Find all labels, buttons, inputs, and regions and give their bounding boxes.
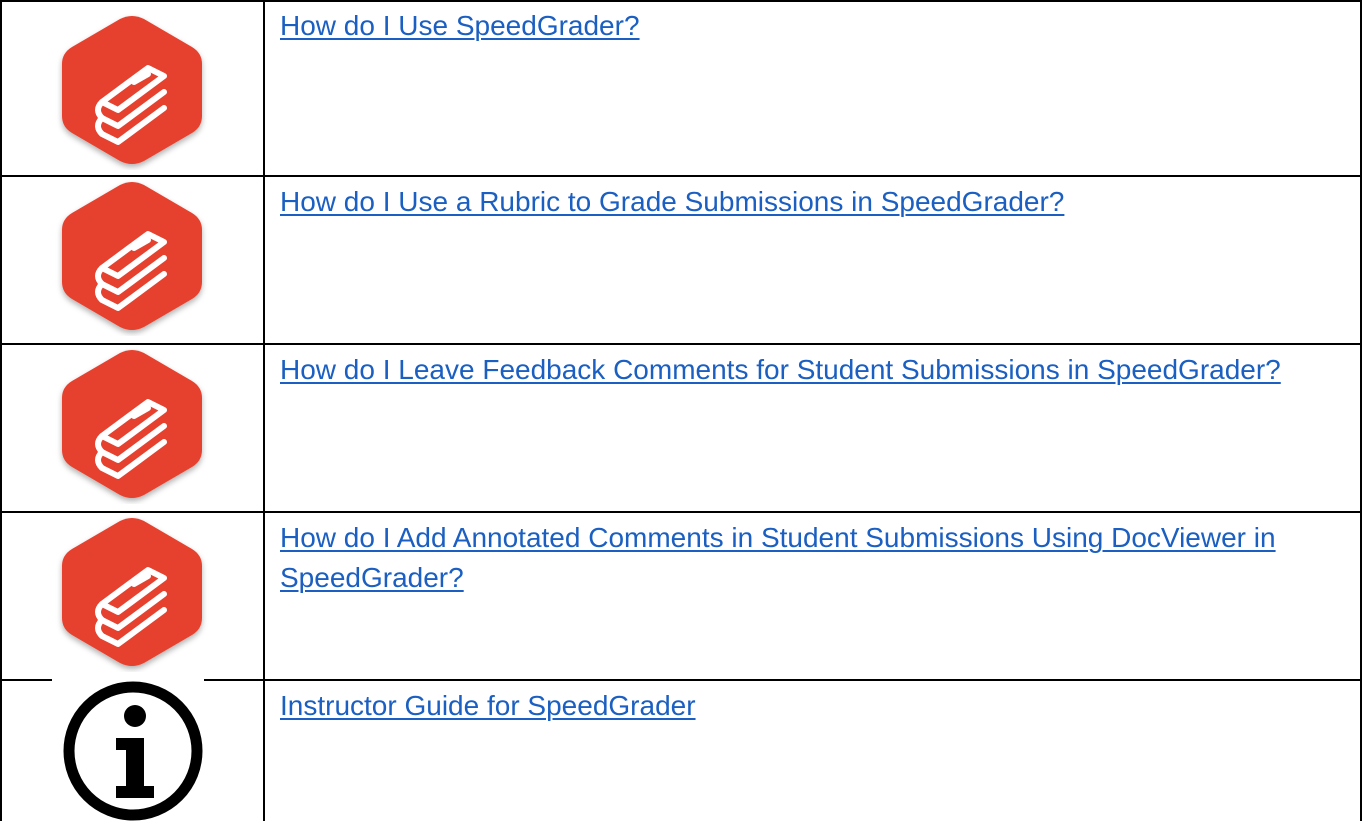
column-divider xyxy=(263,0,265,821)
link-cell: Instructor Guide for SpeedGrader xyxy=(264,680,1362,821)
table-border xyxy=(0,0,2,821)
book-stack-icon xyxy=(52,10,212,170)
link-instructor-guide[interactable]: Instructor Guide for SpeedGrader xyxy=(280,686,1320,726)
book-stack-icon xyxy=(52,176,212,336)
icon-cell xyxy=(0,0,264,176)
link-cell: How do I Leave Feedback Comments for Stu… xyxy=(264,344,1362,512)
row-divider xyxy=(204,679,1362,681)
link-use-speedgrader[interactable]: How do I Use SpeedGrader? xyxy=(280,6,1320,46)
link-feedback-comments[interactable]: How do I Leave Feedback Comments for Stu… xyxy=(280,350,1320,390)
table-row: How do I Use a Rubric to Grade Submissio… xyxy=(0,176,1362,344)
row-divider xyxy=(0,511,1362,513)
icon-cell xyxy=(0,680,264,821)
table-row: How do I Add Annotated Comments in Stude… xyxy=(0,512,1362,680)
table-row: How do I Leave Feedback Comments for Stu… xyxy=(0,344,1362,512)
link-cell: How do I Add Annotated Comments in Stude… xyxy=(264,512,1362,680)
resource-table: How do I Use SpeedGrader? How do I Use a… xyxy=(0,0,1362,821)
link-rubric-grade[interactable]: How do I Use a Rubric to Grade Submissio… xyxy=(280,182,1320,222)
table-row: How do I Use SpeedGrader? xyxy=(0,0,1362,176)
book-stack-icon xyxy=(52,512,212,672)
link-annotated-comments[interactable]: How do I Add Annotated Comments in Stude… xyxy=(280,518,1320,598)
book-stack-icon xyxy=(52,344,212,504)
icon-cell xyxy=(0,512,264,680)
row-divider xyxy=(0,175,1362,177)
icon-cell xyxy=(0,176,264,344)
link-cell: How do I Use a Rubric to Grade Submissio… xyxy=(264,176,1362,344)
link-cell: How do I Use SpeedGrader? xyxy=(264,0,1362,176)
icon-cell xyxy=(0,344,264,512)
table-border xyxy=(0,0,1362,2)
info-icon xyxy=(58,676,208,826)
table-row: Instructor Guide for SpeedGrader xyxy=(0,680,1362,821)
row-divider xyxy=(0,679,52,681)
row-divider xyxy=(0,343,1362,345)
